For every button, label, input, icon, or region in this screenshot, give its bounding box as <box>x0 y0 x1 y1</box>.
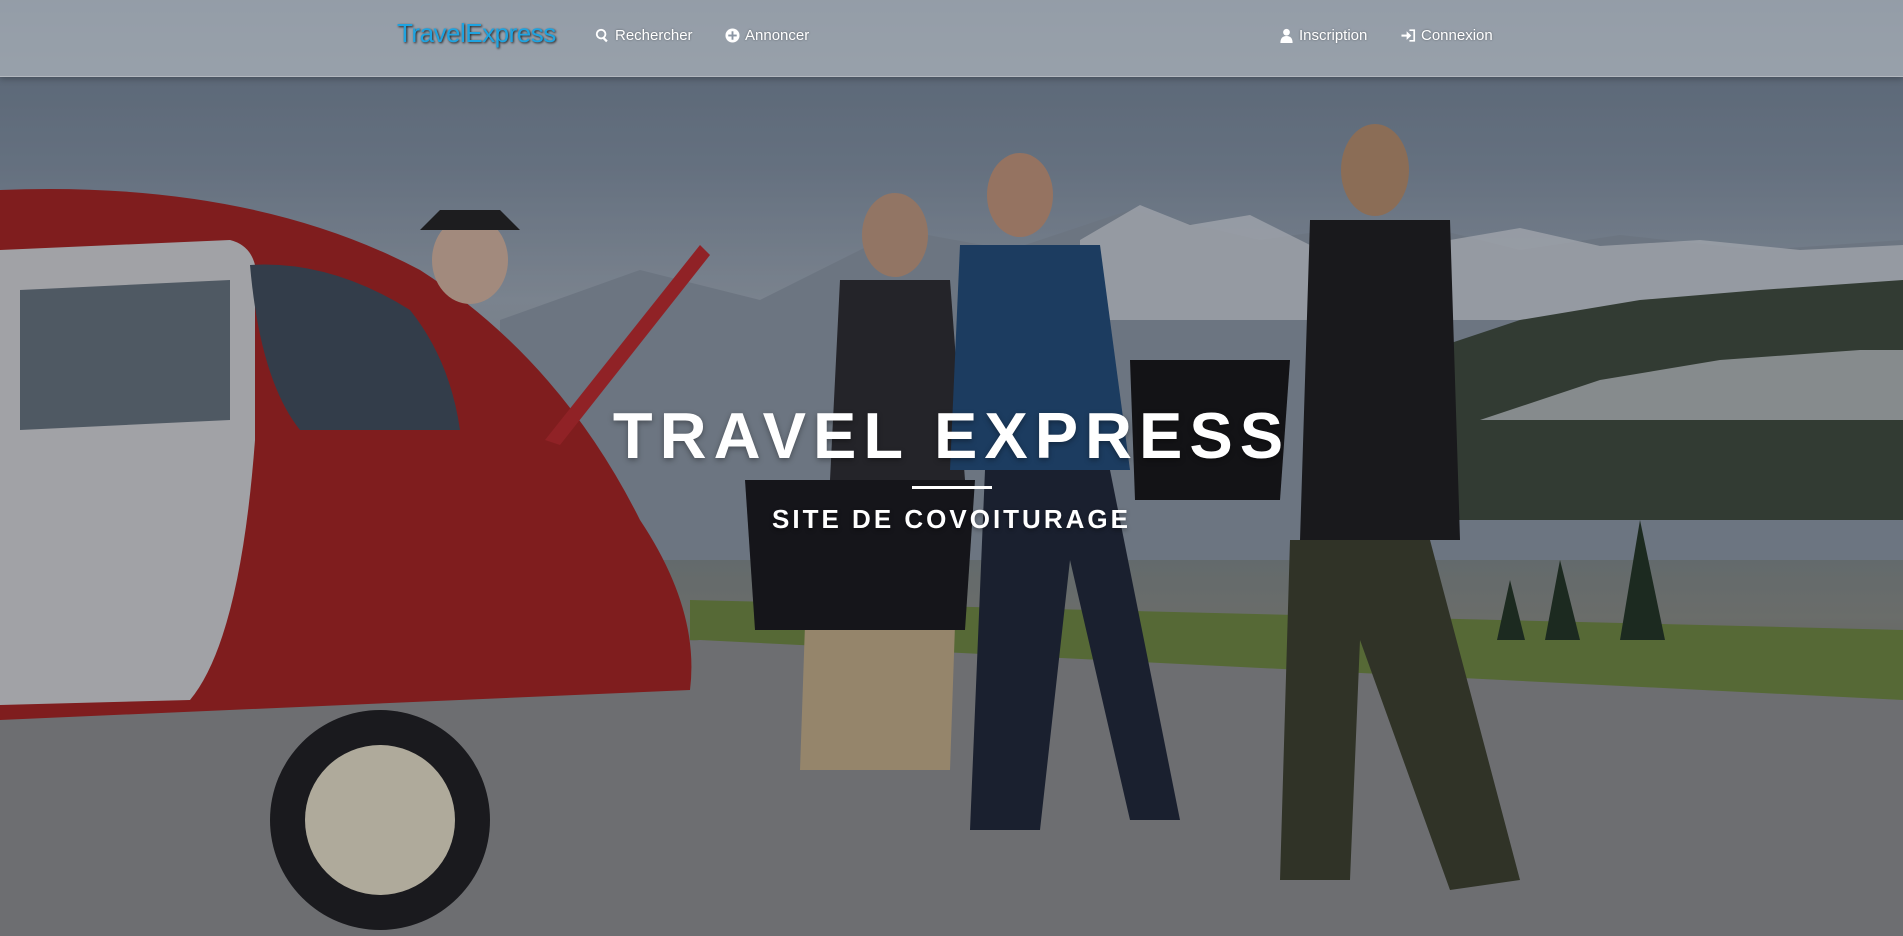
user-icon <box>1280 28 1293 43</box>
top-navbar: TravelExpress Rechercher Annoncer Inscri… <box>0 0 1903 77</box>
nav-login-label: Connexion <box>1421 27 1493 44</box>
brand-logo-link[interactable]: TravelExpress <box>397 18 556 49</box>
hero-title: TRAVEL EXPRESS <box>612 399 1291 472</box>
nav-signup-label: Inscription <box>1299 27 1368 44</box>
nav-signup-link[interactable]: Inscription <box>1279 27 1367 44</box>
search-icon <box>595 28 608 43</box>
nav-search-link[interactable]: Rechercher <box>595 27 693 44</box>
nav-announce-link[interactable]: Annoncer <box>725 27 809 44</box>
plus-circle-icon <box>725 28 740 43</box>
sign-in-icon <box>1401 29 1416 42</box>
hero-subtitle: SITE DE COVOITURAGE <box>772 504 1131 534</box>
nav-login-link[interactable]: Connexion <box>1401 27 1493 44</box>
hero-divider <box>912 486 992 489</box>
nav-announce-label: Annoncer <box>745 27 810 44</box>
nav-search-label: Rechercher <box>615 27 693 44</box>
